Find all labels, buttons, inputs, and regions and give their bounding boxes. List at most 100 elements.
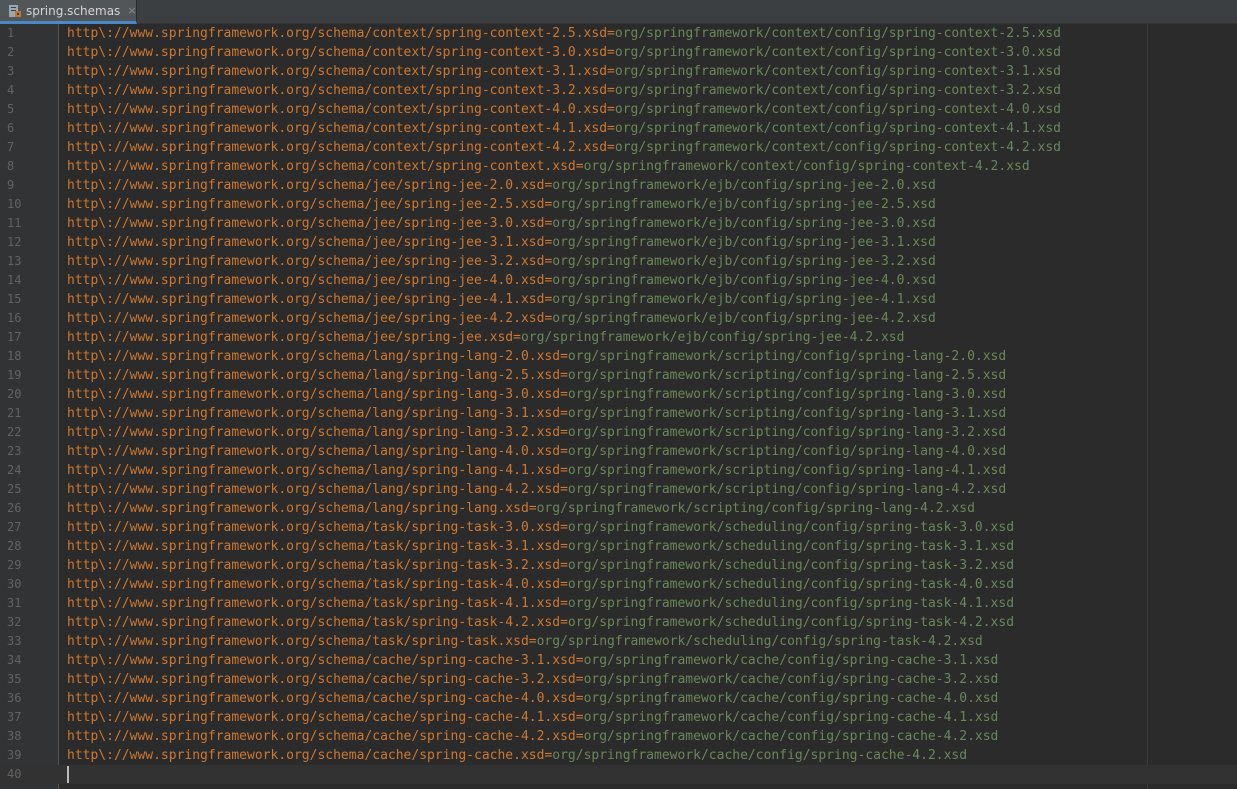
property-value: org/springframework/scripting/config/spr… (567, 444, 1007, 459)
editor-tab-bar: spring.schemas × (0, 0, 1237, 24)
code-line[interactable]: 28 http\://www.springframework.org/schema… (0, 537, 1237, 556)
property-value: org/springframework/ejb/config/spring-je… (552, 235, 936, 250)
code-editor[interactable]: 1 http\://www.springframework.org/schema/… (0, 24, 1237, 789)
property-value: org/springframework/scripting/config/spr… (567, 425, 1007, 440)
code-line[interactable]: 39 http\://www.springframework.org/schema… (0, 746, 1237, 765)
property-value: org/springframework/context/config/sprin… (614, 26, 1061, 41)
code-line[interactable]: 34 http\://www.springframework.org/schema… (0, 651, 1237, 670)
property-key: http\://www.springframework.org/schema/l… (67, 387, 561, 402)
equals-sign: = (607, 26, 615, 41)
line-number: 12 (7, 235, 22, 249)
property-value: org/springframework/context/config/sprin… (614, 83, 1061, 98)
line-content: http\://www.springframework.org/schema/t… (67, 594, 1014, 613)
property-value: org/springframework/scripting/config/spr… (567, 349, 1007, 364)
line-content: http\://www.springframework.org/schema/t… (67, 556, 1014, 575)
code-line[interactable]: 24 http\://www.springframework.org/schema… (0, 461, 1237, 480)
property-key: http\://www.springframework.org/schema/c… (67, 102, 608, 117)
line-number: 6 (7, 121, 15, 135)
property-value: org/springframework/context/config/sprin… (614, 45, 1061, 60)
code-line[interactable]: 38 http\://www.springframework.org/schema… (0, 727, 1237, 746)
property-key: http\://www.springframework.org/schema/c… (67, 83, 608, 98)
line-content: http\://www.springframework.org/schema/t… (67, 537, 1014, 556)
line-content: http\://www.springframework.org/schema/c… (67, 670, 998, 689)
code-line[interactable]: 15 http\://www.springframework.org/schema… (0, 290, 1237, 309)
property-key: http\://www.springframework.org/schema/c… (67, 691, 576, 706)
line-content: http\://www.springframework.org/schema/c… (67, 746, 967, 765)
code-line[interactable]: 3 http\://www.springframework.org/schema/… (0, 62, 1237, 81)
line-content: http\://www.springframework.org/schema/j… (67, 233, 936, 252)
property-key: http\://www.springframework.org/schema/t… (67, 558, 561, 573)
code-line[interactable]: 40 (0, 765, 1237, 784)
code-line[interactable]: 12 http\://www.springframework.org/schema… (0, 233, 1237, 252)
code-line[interactable]: 10 http\://www.springframework.org/schema… (0, 195, 1237, 214)
property-value: org/springframework/scheduling/config/sp… (536, 634, 983, 649)
line-content: http\://www.springframework.org/schema/j… (67, 252, 936, 271)
code-line[interactable]: 19 http\://www.springframework.org/schema… (0, 366, 1237, 385)
property-value: org/springframework/ejb/config/spring-je… (552, 311, 936, 326)
line-content: http\://www.springframework.org/schema/c… (67, 81, 1061, 100)
code-line[interactable]: 35 http\://www.springframework.org/schema… (0, 670, 1237, 689)
text-caret (67, 766, 69, 783)
code-line[interactable]: 13 http\://www.springframework.org/schema… (0, 252, 1237, 271)
code-line[interactable]: 5 http\://www.springframework.org/schema/… (0, 100, 1237, 119)
code-line[interactable]: 29 http\://www.springframework.org/schema… (0, 556, 1237, 575)
code-line[interactable]: 8 http\://www.springframework.org/schema/… (0, 157, 1237, 176)
code-line[interactable]: 31 http\://www.springframework.org/schema… (0, 594, 1237, 613)
code-line[interactable]: 26 http\://www.springframework.org/schema… (0, 499, 1237, 518)
equals-sign: = (560, 387, 568, 402)
code-line[interactable]: 14 http\://www.springframework.org/schema… (0, 271, 1237, 290)
code-line[interactable]: 21 http\://www.springframework.org/schema… (0, 404, 1237, 423)
code-line[interactable]: 25 http\://www.springframework.org/schema… (0, 480, 1237, 499)
property-value: org/springframework/scheduling/config/sp… (567, 577, 1015, 592)
line-content: http\://www.springframework.org/schema/c… (67, 138, 1061, 157)
property-value: org/springframework/cache/config/spring-… (583, 691, 999, 706)
line-content: http\://www.springframework.org/schema/c… (67, 651, 998, 670)
tab-spring-schemas[interactable]: spring.schemas × (0, 0, 137, 24)
property-key: http\://www.springframework.org/schema/l… (67, 406, 561, 421)
equals-sign: = (560, 520, 568, 535)
code-line[interactable]: 1 http\://www.springframework.org/schema/… (0, 24, 1237, 43)
line-number: 7 (7, 140, 15, 154)
code-line[interactable]: 30 http\://www.springframework.org/schema… (0, 575, 1237, 594)
property-value: org/springframework/cache/config/spring-… (583, 672, 999, 687)
code-line[interactable]: 37 http\://www.springframework.org/schema… (0, 708, 1237, 727)
equals-sign: = (560, 596, 568, 611)
code-line[interactable]: 17 http\://www.springframework.org/schema… (0, 328, 1237, 347)
code-line[interactable]: 7 http\://www.springframework.org/schema/… (0, 138, 1237, 157)
code-line[interactable]: 20 http\://www.springframework.org/schema… (0, 385, 1237, 404)
property-key: http\://www.springframework.org/schema/l… (67, 368, 561, 383)
code-line[interactable]: 2 http\://www.springframework.org/schema/… (0, 43, 1237, 62)
property-key: http\://www.springframework.org/schema/c… (67, 64, 608, 79)
properties-file-icon (8, 4, 22, 18)
code-line[interactable]: 11 http\://www.springframework.org/schema… (0, 214, 1237, 233)
code-line[interactable]: 6 http\://www.springframework.org/schema/… (0, 119, 1237, 138)
code-line[interactable]: 27 http\://www.springframework.org/schema… (0, 518, 1237, 537)
code-line[interactable]: 4 http\://www.springframework.org/schema/… (0, 81, 1237, 100)
line-content: http\://www.springframework.org/schema/j… (67, 214, 936, 233)
property-value: org/springframework/ejb/config/spring-je… (552, 216, 936, 231)
code-line[interactable]: 36 http\://www.springframework.org/schema… (0, 689, 1237, 708)
code-line[interactable]: 9 http\://www.springframework.org/schema/… (0, 176, 1237, 195)
line-number: 28 (7, 539, 22, 553)
code-line[interactable]: 33 http\://www.springframework.org/schema… (0, 632, 1237, 651)
equals-sign: = (575, 159, 584, 174)
line-number: 19 (7, 368, 22, 382)
line-content: http\://www.springframework.org/schema/j… (67, 290, 936, 309)
code-line[interactable]: 23 http\://www.springframework.org/schema… (0, 442, 1237, 461)
code-line[interactable]: 18 http\://www.springframework.org/schema… (0, 347, 1237, 366)
equals-sign: = (560, 368, 568, 383)
property-value: org/springframework/context/config/sprin… (614, 121, 1061, 136)
line-content: http\://www.springframework.org/schema/c… (67, 708, 998, 727)
line-content: http\://www.springframework.org/schema/c… (67, 157, 1030, 176)
property-key: http\://www.springframework.org/schema/j… (67, 235, 545, 250)
line-content: http\://www.springframework.org/schema/c… (67, 727, 998, 746)
close-icon[interactable]: × (127, 4, 136, 17)
code-line[interactable]: 32 http\://www.springframework.org/schema… (0, 613, 1237, 632)
code-line[interactable]: 16 http\://www.springframework.org/schema… (0, 309, 1237, 328)
property-key: http\://www.springframework.org/schema/c… (67, 26, 608, 41)
code-line[interactable]: 22 http\://www.springframework.org/schema… (0, 423, 1237, 442)
property-key: http\://www.springframework.org/schema/t… (67, 634, 529, 649)
property-key: http\://www.springframework.org/schema/l… (67, 501, 529, 516)
property-key: http\://www.springframework.org/schema/j… (67, 330, 514, 345)
equals-sign: = (607, 83, 615, 98)
